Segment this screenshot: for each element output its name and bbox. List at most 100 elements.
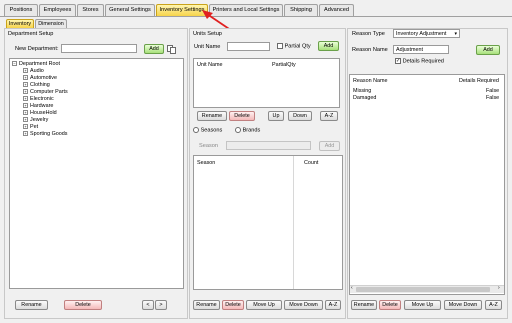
reason-delete-button[interactable]: Delete <box>379 300 401 310</box>
partial-qty-checkbox[interactable]: Partial Qty <box>277 43 311 49</box>
reason-az-button[interactable]: A-Z <box>485 300 502 310</box>
tree-item-electronic[interactable]: + Electronic <box>23 96 54 102</box>
seasons-label: Seasons <box>200 127 223 134</box>
plus-expander-icon[interactable]: + <box>23 124 28 130</box>
tree-item-sporting-goods[interactable]: + Sporting Goods <box>23 131 67 137</box>
tab-shipping[interactable]: Shipping <box>284 4 318 16</box>
column-header-reason-name[interactable]: Reason Name <box>353 78 387 84</box>
tree-item-automotive[interactable]: + Automotive <box>23 75 57 81</box>
plus-expander-icon[interactable]: + <box>23 103 28 109</box>
add-department-button[interactable]: Add <box>144 44 164 54</box>
season-rename-button[interactable]: Rename <box>193 300 220 310</box>
radio-icon[interactable] <box>235 127 241 133</box>
reason-name-input[interactable]: Adjustment <box>393 45 449 54</box>
tree-item-label: Clothing <box>30 82 50 88</box>
reason-list[interactable] <box>349 74 505 295</box>
table-cell[interactable]: False <box>486 95 499 101</box>
department-section-title: Department Setup <box>8 31 54 37</box>
add-season-button[interactable]: Add <box>319 141 340 151</box>
scroll-left-icon[interactable]: ‹ <box>351 285 353 291</box>
unit-name-input[interactable] <box>227 42 270 51</box>
tree-item-audio[interactable]: + Audio <box>23 68 44 74</box>
minus-expander-icon[interactable]: − <box>12 61 17 67</box>
radio-icon[interactable] <box>193 127 199 133</box>
column-header-season[interactable]: Season <box>197 160 215 166</box>
reason-type-select[interactable]: Inventory Adjustment ▾ <box>393 29 460 38</box>
plus-expander-icon[interactable]: + <box>23 96 28 102</box>
tab-stores[interactable]: Stores <box>77 4 104 16</box>
tree-item-pet[interactable]: + Pet <box>23 124 38 130</box>
details-required-checkbox[interactable]: ✓ Details Required <box>395 58 444 64</box>
department-delete-button[interactable]: Delete <box>64 300 102 310</box>
reason-rename-button[interactable]: Rename <box>351 300 377 310</box>
tree-item-label: Audio <box>30 68 44 74</box>
department-next-button[interactable]: > <box>155 300 167 310</box>
units-up-button[interactable]: Up <box>268 111 284 121</box>
department-prev-button[interactable]: < <box>142 300 154 310</box>
reason-move-down-button[interactable]: Move Down <box>444 300 482 310</box>
scrollbar-thumb[interactable] <box>356 287 490 292</box>
tree-root-label: Department Root <box>19 61 61 67</box>
tab-divider <box>0 16 512 17</box>
column-header-count[interactable]: Count <box>304 160 318 166</box>
department-rename-button[interactable]: Rename <box>15 300 48 310</box>
units-down-button[interactable]: Down <box>288 111 312 121</box>
tree-item-computer-parts[interactable]: + Computer Parts <box>23 89 68 95</box>
reason-move-up-button[interactable]: Move Up <box>404 300 441 310</box>
tab-dimension[interactable]: Dimension <box>35 19 67 28</box>
units-section-title: Units Setup <box>193 31 222 37</box>
column-header-unit-name[interactable]: Unit Name <box>197 62 222 68</box>
tree-item-label: HouseHold <box>30 110 57 116</box>
plus-expander-icon[interactable]: + <box>23 117 28 123</box>
season-delete-button[interactable]: Delete <box>222 300 244 310</box>
plus-expander-icon[interactable]: + <box>23 89 28 95</box>
table-cell[interactable]: False <box>486 88 499 94</box>
units-rename-button[interactable]: Rename <box>197 111 227 121</box>
add-unit-button[interactable]: Add <box>318 41 339 51</box>
tab-inventory[interactable]: Inventory <box>6 19 34 28</box>
unit-name-label: Unit Name <box>194 44 221 50</box>
chevron-down-icon[interactable]: ▾ <box>454 30 457 37</box>
column-header-partial-qty[interactable]: PartialQty <box>272 62 296 68</box>
table-cell[interactable]: Missing <box>353 88 371 94</box>
season-list[interactable] <box>193 155 343 290</box>
partial-qty-label: Partial Qty <box>284 43 311 50</box>
tree-item-label: Jewelry <box>30 117 49 123</box>
season-move-down-button[interactable]: Move Down <box>284 300 323 310</box>
tab-general-settings[interactable]: General Settings <box>105 4 155 16</box>
units-az-button[interactable]: A-Z <box>320 111 338 121</box>
tree-item-clothing[interactable]: + Clothing <box>23 82 50 88</box>
units-delete-button[interactable]: Delete <box>229 111 255 121</box>
new-department-input[interactable] <box>61 44 137 53</box>
brands-label: Brands <box>242 127 261 134</box>
tab-positions[interactable]: Positions <box>4 4 38 16</box>
tree-item-label: Hardware <box>30 103 54 109</box>
scroll-right-icon[interactable]: › <box>498 285 500 291</box>
seasons-radio[interactable]: Seasons <box>193 127 222 133</box>
tree-root[interactable]: − Department Root <box>12 61 60 67</box>
copy-icon[interactable] <box>167 45 177 54</box>
plus-expander-icon[interactable]: + <box>23 82 28 88</box>
plus-expander-icon[interactable]: + <box>23 131 28 137</box>
season-az-button[interactable]: A-Z <box>325 300 341 310</box>
plus-expander-icon[interactable]: + <box>23 110 28 116</box>
plus-expander-icon[interactable]: + <box>23 68 28 74</box>
details-required-label: Details Required <box>402 58 444 65</box>
plus-expander-icon[interactable]: + <box>23 75 28 81</box>
tab-advanced[interactable]: Advanced <box>319 4 354 16</box>
season-move-up-button[interactable]: Move Up <box>246 300 282 310</box>
checkbox-checked-icon[interactable]: ✓ <box>395 58 401 64</box>
add-reason-button[interactable]: Add <box>476 45 500 55</box>
tree-item-hardware[interactable]: + Hardware <box>23 103 53 109</box>
column-header-details-required[interactable]: Details Required <box>459 78 499 84</box>
reason-type-label: Reason Type <box>352 31 385 37</box>
tree-item-label: Pet <box>30 124 39 130</box>
tree-item-label: Electronic <box>30 96 54 102</box>
tab-employees[interactable]: Employees <box>39 4 76 16</box>
checkbox-icon[interactable] <box>277 43 283 49</box>
brands-radio[interactable]: Brands <box>235 127 260 133</box>
tree-item-household[interactable]: + HouseHold <box>23 110 57 116</box>
tree-item-jewelry[interactable]: + Jewelry <box>23 117 48 123</box>
season-input[interactable] <box>226 141 311 150</box>
table-cell[interactable]: Damaged <box>353 95 376 101</box>
